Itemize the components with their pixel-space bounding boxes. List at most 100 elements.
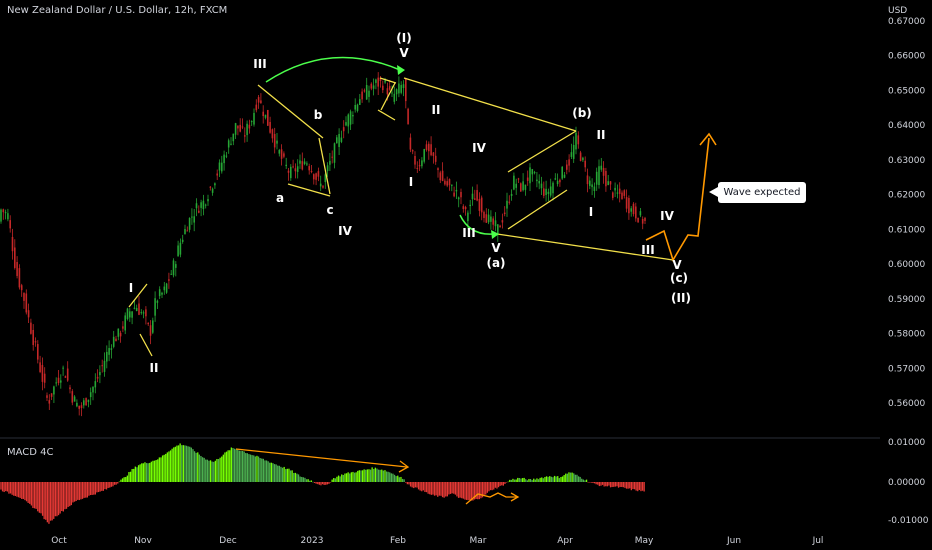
candle-body	[517, 178, 520, 180]
macd-bar	[99, 482, 101, 492]
macd-bar	[389, 472, 391, 482]
macd-bar	[17, 482, 20, 498]
macd-bar	[177, 445, 180, 482]
macd-bar	[182, 445, 184, 482]
candle-body	[110, 348, 113, 350]
candle-body	[237, 125, 239, 129]
macd-bar	[275, 464, 277, 482]
candle-body	[349, 111, 352, 125]
macd-bar	[89, 482, 92, 496]
candle-body	[347, 114, 350, 127]
macd-bar	[38, 482, 40, 513]
candle-body	[395, 89, 398, 95]
candle-body	[632, 203, 635, 215]
candle-body	[430, 144, 432, 156]
macd-bar	[587, 482, 589, 483]
time-tick-label: May	[635, 536, 654, 546]
macd-bar	[448, 482, 450, 495]
macd-bar	[53, 482, 55, 519]
candle-body	[186, 230, 189, 232]
candle-body	[402, 84, 405, 89]
candle-body	[64, 376, 67, 378]
candle-body	[621, 192, 623, 199]
macd-bar	[464, 482, 466, 500]
wave-label: IV	[660, 209, 674, 223]
macd-bar	[325, 482, 327, 485]
macd-bar	[549, 476, 551, 482]
candle-body	[41, 365, 44, 382]
candle-body	[372, 85, 375, 89]
macd-bar	[326, 482, 328, 485]
macd-bar	[417, 482, 420, 490]
candle-body	[301, 161, 304, 170]
candle-body	[428, 143, 430, 152]
candle-body	[80, 405, 83, 409]
macd-bar	[185, 445, 188, 482]
candle-body	[218, 162, 221, 171]
macd-projection-line	[465, 492, 518, 505]
macd-bar	[277, 465, 279, 482]
candle-body	[310, 170, 313, 172]
macd-bar	[35, 482, 37, 509]
candle-body	[340, 137, 343, 142]
candle-body	[179, 242, 182, 255]
macd-bar	[438, 482, 440, 496]
candle-body	[244, 135, 246, 137]
candle-body	[18, 268, 21, 288]
candle-body	[474, 198, 476, 200]
macd-bar	[105, 482, 108, 490]
macd-bar	[69, 482, 71, 507]
macd-bar	[184, 445, 186, 482]
wave-label: V	[399, 46, 409, 60]
macd-bar	[19, 482, 21, 498]
macd-indicator-title[interactable]: MACD 4C	[7, 447, 54, 458]
macd-bar	[160, 457, 162, 482]
macd-bar	[398, 477, 400, 482]
price-chart[interactable]: 0.56000 0.57000 0.58000 0.59000 0.60000 0.610…	[0, 0, 932, 550]
macd-bar	[286, 468, 288, 482]
macd-bar	[429, 482, 431, 495]
macd-bar	[61, 482, 63, 512]
macd-bar	[617, 482, 620, 488]
macd-bar	[469, 482, 471, 501]
candle-body	[202, 200, 205, 210]
callout-pointer	[709, 187, 718, 197]
macd-bar	[121, 478, 124, 482]
candle-body	[322, 185, 324, 188]
macd-bar	[54, 482, 56, 517]
macd-bar	[385, 471, 388, 482]
candle-body	[591, 184, 593, 188]
macd-bar	[213, 461, 215, 482]
candle-body	[138, 303, 140, 315]
candle-body	[388, 86, 391, 90]
macd-bar	[547, 476, 549, 482]
candle-body	[87, 399, 90, 403]
macd-bar	[432, 482, 434, 495]
macd-bar	[605, 482, 607, 487]
candle-body	[524, 184, 527, 190]
macd-bar	[187, 446, 189, 482]
candle-body	[382, 85, 384, 91]
candle-body	[119, 332, 122, 337]
candle-body	[593, 186, 596, 191]
macd-bar	[225, 451, 228, 482]
candle-body	[561, 166, 563, 179]
macd-bar	[616, 482, 618, 487]
macd-bar	[483, 482, 485, 495]
macd-bar	[576, 474, 578, 482]
macd-bar	[393, 474, 396, 482]
macd-bar	[59, 482, 61, 514]
candle-body	[57, 377, 60, 384]
macd-bar	[358, 470, 360, 482]
macd-bar	[80, 482, 82, 500]
macd-bar	[421, 482, 423, 492]
macd-bar	[560, 476, 562, 482]
macd-bar	[619, 482, 621, 487]
macd-bar	[193, 451, 196, 482]
candle-body	[262, 111, 264, 117]
macd-bar	[48, 482, 50, 524]
candle-body	[62, 367, 64, 369]
macd-bar	[521, 478, 524, 482]
macd-bar	[227, 450, 229, 482]
macd-bar	[272, 463, 274, 482]
